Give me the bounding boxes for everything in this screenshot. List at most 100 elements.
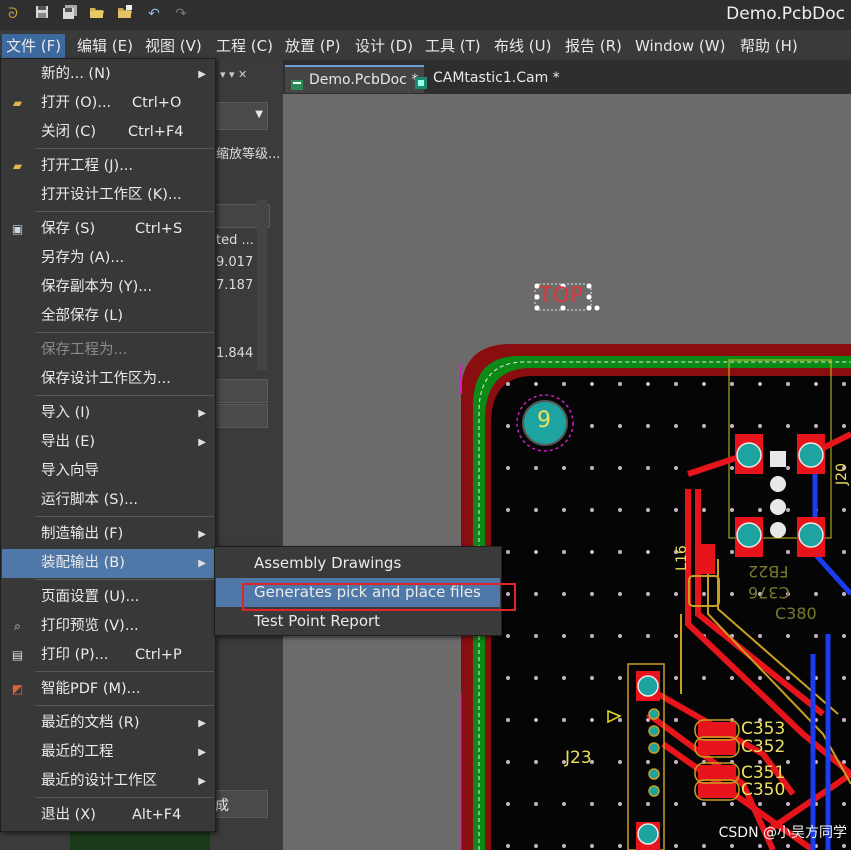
via-dot [730, 802, 734, 806]
via-dot [758, 844, 762, 848]
via-dot [814, 382, 818, 386]
menu-item-assembly-outputs[interactable]: 装配输出 (B) ▶ [2, 549, 214, 578]
panel-field[interactable] [214, 404, 268, 428]
via-dot [842, 676, 846, 680]
menu-item-assembly-drawings[interactable]: Assembly Drawings [216, 549, 500, 578]
menu-item-smart-pdf[interactable]: ◩ 智能PDF (M)... [2, 675, 214, 704]
pcb-doc-icon [291, 74, 303, 90]
via-dot [730, 550, 734, 554]
via-dot [786, 550, 790, 554]
menu-help[interactable]: 帮助 (H) [736, 34, 802, 58]
menu-item-label: 制造输出 (F) [41, 526, 124, 542]
menu-reports[interactable]: 报告 (R) [561, 34, 626, 58]
tab-demo-pcbdoc[interactable]: Demo.PcbDoc * [285, 65, 425, 93]
value-cell: 1.844 [216, 346, 254, 361]
menu-item-page-setup[interactable]: 页面设置 (U)... [2, 583, 214, 612]
zoom-level-button[interactable]: 缩放等级... [216, 143, 280, 162]
menu-window[interactable]: Window (W) [631, 34, 729, 58]
via-dot [506, 550, 510, 554]
menu-tools[interactable]: 工具 (T) [421, 34, 485, 58]
via-dot [646, 424, 650, 428]
panel-bottom-button-label: 成 [215, 798, 229, 814]
open-project-icon[interactable] [116, 5, 134, 23]
menu-item-save-as[interactable]: 另存为 (A)... [2, 244, 214, 273]
menu-item-recent-projects[interactable]: 最近的工程 ▶ [2, 738, 214, 767]
menu-item-exit[interactable]: 退出 (X) Alt+F4 [2, 801, 214, 830]
silk-label: C353 [741, 719, 786, 739]
via-dot [534, 466, 538, 470]
menu-file[interactable]: 文件 (F) [2, 34, 66, 58]
scrollbar[interactable] [257, 200, 267, 370]
via-dot [562, 634, 566, 638]
menu-item-label: 打开 (O)... [41, 95, 112, 111]
menu-item-import[interactable]: 导入 (I) ▶ [2, 399, 214, 428]
via-dot [618, 550, 622, 554]
menu-design[interactable]: 设计 (D) [351, 34, 417, 58]
via-dot [758, 508, 762, 512]
menu-item-recent-workspaces[interactable]: 最近的设计工作区 ▶ [2, 767, 214, 796]
menu-project[interactable]: 工程 (C) [212, 34, 277, 58]
menu-view[interactable]: 视图 (V) [141, 34, 206, 58]
menu-item-run-script[interactable]: 运行脚本 (S)... [2, 486, 214, 515]
via-dot [646, 802, 650, 806]
watermark: CSDN @小吴方同学 [718, 825, 847, 841]
menu-item-save-project-as: 保存工程为... [2, 336, 214, 365]
menu-item-shortcut: Ctrl+P [135, 647, 182, 663]
panel-field[interactable] [214, 379, 268, 403]
menu-item-label: 智能PDF (M)... [41, 681, 141, 697]
save-all-icon[interactable] [61, 5, 79, 23]
menu-item-print-preview[interactable]: ⌕ 打印预览 (V)... [2, 612, 214, 641]
via-dot [618, 592, 622, 596]
print-preview-icon: ⌕ [14, 619, 21, 633]
menu-item-fabrication-outputs[interactable]: 制造输出 (F) ▶ [2, 520, 214, 549]
via-dot [702, 676, 706, 680]
panel-controls[interactable]: ▾ ▾ ✕ [220, 68, 247, 81]
menu-item-save-all[interactable]: 全部保存 (L) [2, 302, 214, 331]
menu-item-open-workspace[interactable]: 打开设计工作区 (K)... [2, 181, 214, 210]
panel-dropdown[interactable]: ▼ [214, 102, 268, 130]
undo-icon[interactable]: ↶ [145, 5, 163, 23]
pcb-canvas[interactable]: TOP 9 FB22 C376 C380 C353 C352 C351 C350… [283, 94, 851, 850]
via-dot [842, 634, 846, 638]
via-dot [786, 508, 790, 512]
menu-item-test-point-report[interactable]: Test Point Report [216, 607, 500, 636]
save-icon: ▣ [11, 222, 24, 236]
menu-item-new[interactable]: 新的... (N) ▶ [2, 60, 214, 89]
via-dot [534, 550, 538, 554]
open-icon[interactable] [88, 5, 106, 23]
menu-separator [35, 332, 214, 333]
menu-route[interactable]: 布线 (U) [490, 34, 555, 58]
via-dot [562, 802, 566, 806]
via-dot [758, 424, 762, 428]
menu-item-label: 打印预览 (V)... [41, 618, 139, 634]
save-icon[interactable] [33, 5, 51, 23]
menu-separator [35, 671, 214, 672]
menu-item-open[interactable]: ▰ 打开 (O)... Ctrl+O [2, 89, 214, 118]
column-header[interactable]: ted ... [216, 233, 254, 248]
tab-camtastic[interactable]: CAMtastic1.Cam * [409, 65, 566, 91]
menu-item-import-wizard[interactable]: 导入向导 [2, 457, 214, 486]
menu-item-print[interactable]: ▤ 打印 (P)... Ctrl+P [2, 641, 214, 670]
menu-item-close[interactable]: 关闭 (C) Ctrl+F4 [2, 118, 214, 147]
menu-item-save[interactable]: ▣ 保存 (S) Ctrl+S [2, 215, 214, 244]
menu-edit[interactable]: 编辑 (E) [73, 34, 137, 58]
menu-item-save-workspace-as[interactable]: 保存设计工作区为... [2, 365, 214, 394]
via-dot [674, 466, 678, 470]
via-dot [674, 760, 678, 764]
menu-item-open-project[interactable]: ▰ 打开工程 (J)... [2, 152, 214, 181]
menu-item-save-copy[interactable]: 保存副本为 (Y)... [2, 273, 214, 302]
silk-label: FB22 [748, 562, 789, 581]
silk-label: C380 [775, 604, 817, 623]
via-dot [590, 550, 594, 554]
via-dot [786, 466, 790, 470]
menu-place[interactable]: 放置 (P) [281, 34, 345, 58]
silk-label: C376 [748, 583, 790, 602]
menu-item-label: 导出 (E) [41, 434, 96, 450]
menu-item-export[interactable]: 导出 (E) ▶ [2, 428, 214, 457]
menu-separator [35, 148, 214, 149]
panel-bottom-button[interactable]: 成 [214, 790, 268, 818]
via-dot [506, 382, 510, 386]
menu-item-recent-documents[interactable]: 最近的文档 (R) ▶ [2, 709, 214, 738]
menu-item-label: 保存副本为 (Y)... [41, 279, 153, 295]
menu-item-label: 保存 (S) [41, 221, 96, 237]
